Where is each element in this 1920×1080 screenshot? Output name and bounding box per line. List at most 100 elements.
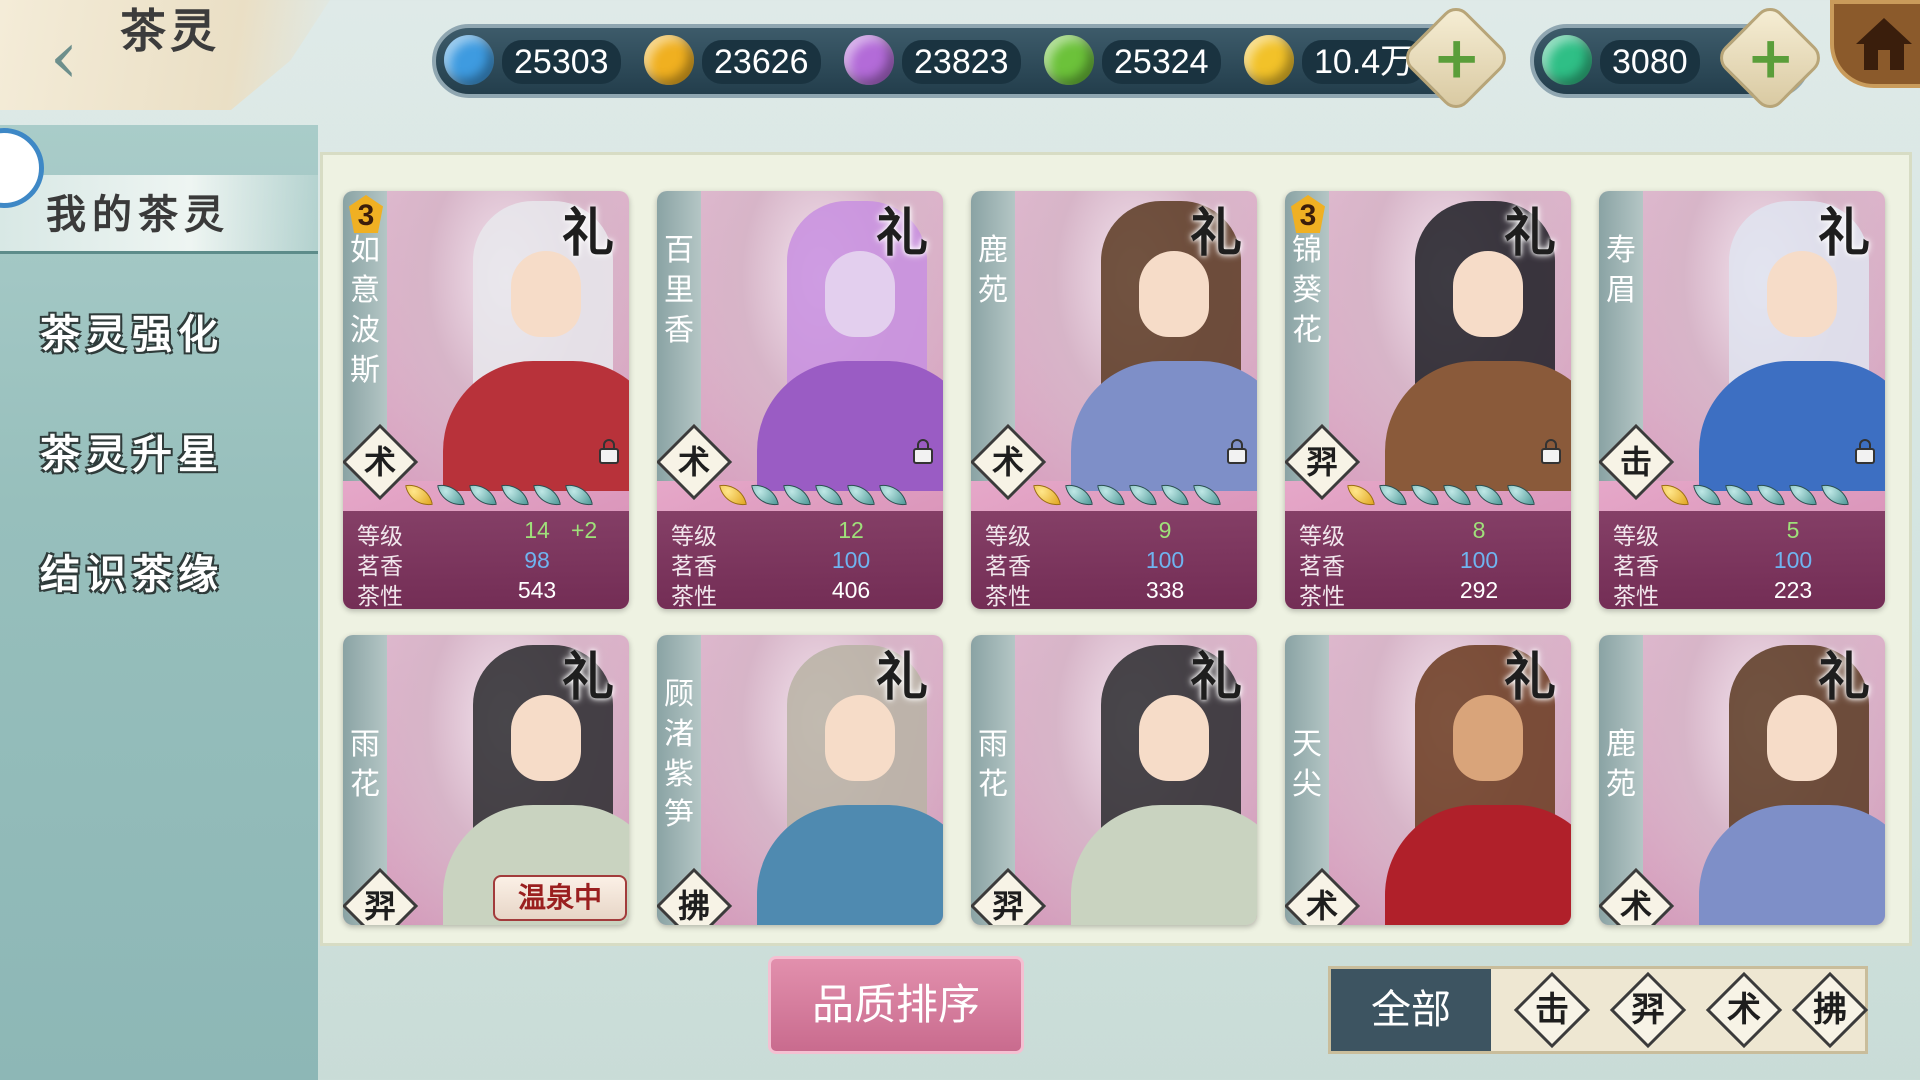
stat-fragrance: 茗香 100	[671, 547, 933, 580]
page-title: 茶灵	[120, 4, 220, 58]
stat-label: 茶性	[1299, 584, 1345, 609]
stat-value: 9	[1158, 517, 1172, 543]
card-7[interactable]: 顾渚紫笋 礼 拂	[657, 635, 943, 925]
leaf-icon	[879, 481, 907, 509]
leaf-icon	[1693, 481, 1721, 509]
stat-nature: 茶性 543	[357, 577, 619, 609]
filter-label: 羿	[1631, 990, 1665, 1030]
stat-value: 100	[831, 547, 871, 573]
leaf-icon	[1033, 481, 1061, 509]
lock-icon	[913, 439, 933, 464]
leaf-row	[1347, 481, 1535, 509]
stat-fragrance: 茗香 100	[1613, 547, 1875, 580]
filter-brush-button[interactable]: 拂	[1791, 971, 1869, 1049]
card-name: 雨花	[978, 727, 1008, 802]
stat-level: 等级 5	[1613, 517, 1875, 550]
portrait-robe	[757, 361, 943, 491]
leaf-icon	[1821, 481, 1849, 509]
stats-panel: 等级 9 茗香 100 茶性 338	[971, 511, 1257, 609]
card-10[interactable]: 鹿苑 礼 术	[1599, 635, 1885, 925]
leaf-icon	[1507, 481, 1535, 509]
card-8[interactable]: 雨花 礼 羿	[971, 635, 1257, 925]
card-6[interactable]: 雨花 礼 羿 温泉中	[343, 635, 629, 925]
leaf-icon	[783, 481, 811, 509]
leaf-icon	[1065, 481, 1093, 509]
type-label: 术	[991, 443, 1024, 481]
lock-icon	[1541, 439, 1561, 464]
leaf-icon	[1443, 481, 1471, 509]
lock-icon	[599, 439, 619, 464]
stat-value: 100	[1145, 547, 1185, 573]
special-currency-bar: 3080 +	[1530, 1, 1827, 115]
stats-panel: 等级 5 茗香 100 茶性 223	[1599, 511, 1885, 609]
stat-nature: 茶性 292	[1299, 577, 1561, 609]
stat-bonus: +2	[571, 517, 598, 543]
stat-label: 茗香	[1613, 554, 1659, 580]
currency-item-purple: 23823	[844, 35, 1021, 85]
leaf-row	[1661, 481, 1849, 509]
stat-label: 茗香	[1299, 554, 1345, 580]
stats-panel: 等级 12 茗香 100 茶性 406	[657, 511, 943, 609]
card-panel: 如意波斯 3 礼 术 等级 14 +2 茗香 98 茶性 543 百里香 礼 术…	[320, 152, 1912, 946]
filter-magic-button[interactable]: 术	[1705, 971, 1783, 1049]
leaf-icon	[501, 481, 529, 509]
leaf-row	[1033, 481, 1221, 509]
portrait-robe	[1071, 361, 1257, 491]
stat-label: 等级	[671, 524, 717, 550]
stat-value: 8	[1472, 517, 1486, 543]
leaf-icon	[533, 481, 561, 509]
type-label: 术	[677, 443, 710, 481]
leaf-icon	[1789, 481, 1817, 509]
lock-icon	[1227, 439, 1247, 464]
card-name: 鹿苑	[1606, 727, 1636, 802]
filter-archer-button[interactable]: 羿	[1609, 971, 1687, 1049]
tier-mark: 礼	[561, 647, 614, 708]
leaf-icon	[1725, 481, 1753, 509]
card-name: 寿眉	[1606, 233, 1636, 308]
stat-fragrance: 茗香 100	[1299, 547, 1561, 580]
filter-all-button[interactable]: 全部	[1331, 969, 1491, 1051]
portrait-robe	[1699, 805, 1885, 925]
stat-label: 等级	[985, 524, 1031, 550]
type-label: 羿	[363, 887, 396, 925]
card-4[interactable]: 锦葵花 3 礼 羿 等级 8 茗香 100 茶性 292	[1285, 191, 1571, 609]
sidebar-item-strengthen[interactable]: 茶灵强化	[40, 300, 280, 370]
home-icon	[1856, 18, 1912, 70]
purple-gem-icon	[844, 35, 894, 85]
tier-mark: 礼	[1817, 647, 1870, 708]
stat-label: 茗香	[357, 554, 403, 580]
portrait-robe	[1385, 361, 1571, 491]
tier-mark: 礼	[561, 203, 614, 264]
card-9[interactable]: 天尖 礼 术	[1285, 635, 1571, 925]
stat-level: 等级 14 +2	[357, 517, 619, 550]
sidebar-item-meet-fate[interactable]: 结识茶缘	[40, 540, 280, 610]
currency-value: 23626	[702, 40, 821, 84]
leaf-icon	[1411, 481, 1439, 509]
add-special-currency-button[interactable]: +	[1713, 1, 1827, 115]
filter-strike-button[interactable]: 击	[1513, 971, 1591, 1049]
quality-sort-button[interactable]: 品质排序	[768, 956, 1024, 1054]
stat-value: 100	[1773, 547, 1813, 573]
stat-value: 543	[517, 577, 557, 603]
sidebar-item-star-up[interactable]: 茶灵升星	[40, 420, 280, 490]
back-chevron-icon[interactable]: ‹	[36, 21, 92, 93]
leaf-icon	[469, 481, 497, 509]
stat-value: 292	[1459, 577, 1499, 603]
card-2[interactable]: 百里香 礼 术 等级 12 茗香 100 茶性 406	[657, 191, 943, 609]
type-label: 术	[1619, 887, 1652, 925]
currency-bar: 25303 23626 23823 25324 10.4万 +	[432, 1, 1513, 115]
card-3[interactable]: 鹿苑 礼 术 等级 9 茗香 100 茶性 338	[971, 191, 1257, 609]
sidebar-item-my-tea-spirits[interactable]: 我的茶灵	[46, 180, 286, 250]
card-name: 顾渚紫笋	[664, 677, 694, 832]
stat-label: 等级	[1299, 524, 1345, 550]
currency-value: 25324	[1102, 40, 1221, 84]
add-currency-button[interactable]: +	[1399, 1, 1513, 115]
card-1[interactable]: 如意波斯 3 礼 术 等级 14 +2 茗香 98 茶性 543	[343, 191, 629, 609]
type-label: 术	[1305, 887, 1338, 925]
plus-icon: +	[1432, 23, 1482, 92]
card-5[interactable]: 寿眉 礼 击 等级 5 茗香 100 茶性 223	[1599, 191, 1885, 609]
portrait-robe	[757, 805, 943, 925]
stat-value: 98	[524, 547, 550, 573]
home-button[interactable]	[1830, 0, 1920, 88]
leaf-icon	[1475, 481, 1503, 509]
